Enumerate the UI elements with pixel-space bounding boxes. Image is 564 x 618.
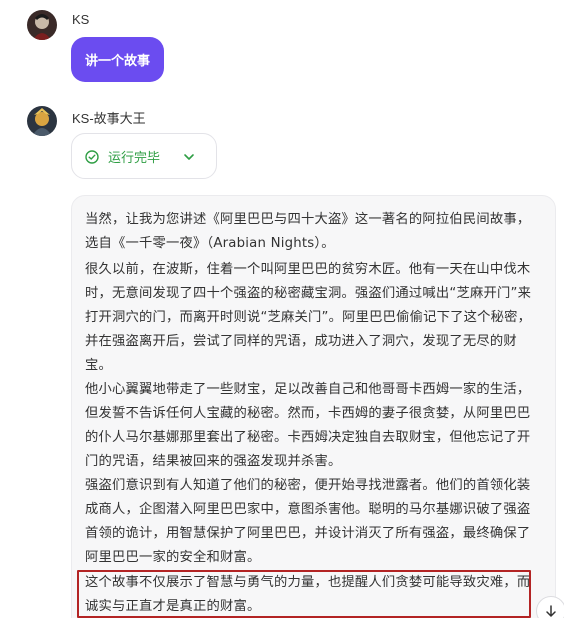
highlight-annotation-box xyxy=(77,570,531,618)
bot-answer-card: 当然，让我为您讲述《阿里巴巴与四十大盗》这一著名的阿拉伯民间故事，选自《一千零一… xyxy=(71,195,556,618)
answer-paragraph: 他小心翼翼地带走了一些财宝，足以改善自己和他哥哥卡西姆一家的生活，但发誓不告诉任… xyxy=(85,382,531,469)
bot-avatar xyxy=(27,106,57,136)
answer-paragraph: 很久以前，在波斯，住着一个叫阿里巴巴的贫穷木匠。他有一天在山中伐木时，无意间发现… xyxy=(85,262,532,373)
bot-name: KS-故事大王 xyxy=(72,111,146,126)
user-avatar xyxy=(27,10,57,40)
answer-paragraph: 强盗们意识到有人知道了他们的秘密，便开始寻找泄露者。他们的首领化装成商人，企图潜… xyxy=(85,478,531,565)
chevron-down-icon[interactable] xyxy=(182,149,196,163)
arrow-down-icon xyxy=(546,605,556,617)
answer-paragraph: 当然，让我为您讲述《阿里巴巴与四十大盗》这一著名的阿拉伯民间故事，选自《一千零一… xyxy=(85,212,531,251)
run-status-toggle[interactable]: 运行完毕 xyxy=(71,133,217,179)
chat-window: KS 讲一个故事 KS-故事大王 运行完毕 当然，让我为您讲述《阿里巴巴与四十大… xyxy=(0,0,564,618)
user-name: KS xyxy=(72,12,90,27)
check-circle-icon xyxy=(85,149,99,164)
scroll-to-bottom-button[interactable] xyxy=(536,596,564,618)
user-message-bubble: 讲一个故事 xyxy=(71,37,165,82)
run-status-label: 运行完毕 xyxy=(108,150,161,166)
